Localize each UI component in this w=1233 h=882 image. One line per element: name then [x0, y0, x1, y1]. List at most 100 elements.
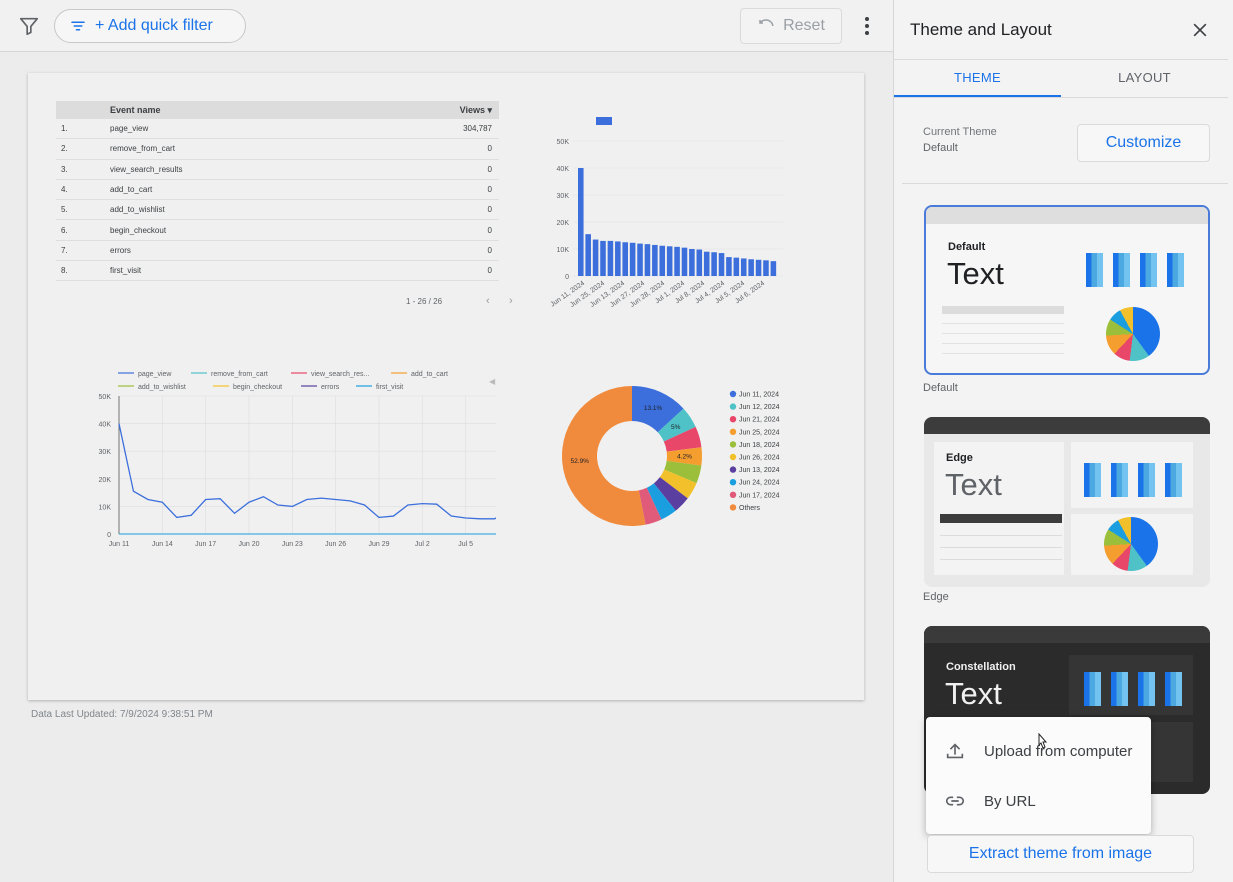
table-row[interactable]: 6. begin_checkout 0: [56, 220, 499, 241]
table-row[interactable]: 7. errors 0: [56, 241, 499, 262]
events-table: Event name Views ▾ 1. page_view 304,787 2. r…: [56, 101, 499, 291]
x-tick-label: Jun 17: [195, 541, 216, 548]
table-row[interactable]: 2. remove_from_cart 0: [56, 139, 499, 160]
legend-label: first_visit: [376, 384, 403, 391]
close-icon[interactable]: [1190, 20, 1210, 40]
current-theme-label: Current Theme: [923, 126, 997, 138]
row-event-name: first_visit: [110, 266, 142, 276]
reset-button[interactable]: Reset: [740, 8, 842, 44]
row-number: 3.: [61, 164, 68, 174]
menu-item-by-url[interactable]: By URL: [926, 778, 1151, 824]
table-row[interactable]: 8. first_visit 0: [56, 261, 499, 282]
legend-label: Jun 18, 2024: [739, 442, 780, 449]
row-number: 4.: [61, 185, 68, 195]
legend-label: errors: [321, 384, 340, 391]
more-vert-icon[interactable]: [856, 14, 878, 38]
theme-card-default[interactable]: Default Text: [924, 205, 1210, 375]
pager-range: 1 - 26 / 26: [406, 297, 443, 306]
bar: [637, 243, 643, 276]
customize-button[interactable]: Customize: [1077, 124, 1210, 162]
x-tick-label: Jul 2: [415, 541, 430, 548]
y-tick-label: 40K: [557, 166, 570, 173]
row-event-name: page_view: [110, 124, 149, 134]
bar: [652, 244, 658, 276]
row-views: 0: [487, 185, 492, 195]
slice-label: 52.9%: [571, 458, 590, 465]
legend-dot: [729, 466, 737, 473]
legend-label: add_to_cart: [411, 371, 448, 378]
card-bars: [1084, 461, 1184, 497]
legend-label: Jun 13, 2024: [739, 467, 780, 474]
row-number: 5.: [61, 205, 68, 215]
row-number: 8.: [61, 266, 68, 276]
legend-dot: [729, 504, 737, 511]
legend-label: Jun 17, 2024: [739, 492, 780, 499]
table-row[interactable]: 5. add_to_wishlist 0: [56, 200, 499, 221]
card-bars: [1084, 670, 1184, 706]
row-number: 6.: [61, 225, 68, 235]
y-tick-label: 30K: [99, 449, 112, 456]
legend-label: page_view: [138, 371, 172, 378]
row-number: 1.: [61, 124, 68, 134]
line-chart: page_view remove_from_cart view_search_res…: [99, 371, 496, 548]
legend-label: add_to_wishlist: [138, 384, 186, 391]
x-tick-label: Jul 5: [458, 541, 473, 548]
next-page-icon[interactable]: ›: [509, 295, 513, 307]
card-label: Default: [948, 241, 986, 253]
row-event-name: errors: [110, 245, 131, 255]
filter-icon[interactable]: [18, 15, 40, 37]
quick-filter-label: + Add quick filter: [95, 17, 213, 34]
card-text: Text: [945, 676, 1002, 711]
prev-page-icon[interactable]: ‹: [486, 295, 490, 307]
theme-card-edge[interactable]: Edge Text: [924, 417, 1210, 587]
bar: [748, 259, 754, 276]
y-tick-label: 50K: [99, 394, 112, 401]
upload-icon: [946, 743, 964, 759]
row-number: 2.: [61, 144, 68, 154]
card-label: Edge: [946, 452, 973, 464]
report-canvas: Event name Views ▾ 1. page_view 304,787 2. r…: [28, 73, 864, 700]
row-views: 0: [487, 266, 492, 276]
current-theme: Current Theme Default: [923, 124, 997, 156]
add-quick-filter-button[interactable]: + Add quick filter: [54, 9, 246, 43]
row-event-name: add_to_wishlist: [110, 205, 165, 215]
legend-label: view_search_res...: [311, 371, 369, 378]
y-tick-label: 10K: [557, 247, 570, 254]
row-event-name: begin_checkout: [110, 225, 167, 235]
card-text: Text: [947, 256, 1004, 291]
tab-layout[interactable]: LAYOUT: [1061, 60, 1228, 97]
bar: [629, 242, 636, 276]
bar: [622, 242, 628, 276]
card-label: Constellation: [946, 661, 1016, 673]
legend-label: Jun 11, 2024: [739, 392, 779, 399]
bar: [578, 168, 584, 276]
legend-dot: [729, 453, 737, 461]
row-views: 0: [487, 144, 492, 154]
bar: [644, 244, 651, 276]
extract-theme-button[interactable]: Extract theme from image: [927, 835, 1194, 873]
table-row[interactable]: 1. page_view 304,787: [56, 119, 499, 140]
slice-label: 13.1%: [644, 405, 663, 412]
table-row[interactable]: 3. view_search_results 0: [56, 160, 499, 180]
tab-theme[interactable]: THEME: [894, 60, 1061, 97]
filter-list-icon: [71, 21, 85, 31]
bar: [659, 245, 666, 276]
bar: [770, 261, 777, 276]
bar: [718, 253, 725, 276]
legend-label: Jun 12, 2024: [739, 404, 780, 411]
data-last-updated: Data Last Updated: 7/9/2024 9:38:51 PM: [31, 709, 213, 720]
legend-label: begin_checkout: [233, 384, 282, 391]
link-icon: [945, 796, 965, 806]
row-views: 304,787: [463, 124, 492, 134]
y-tick-label: 0: [565, 274, 569, 281]
table-row[interactable]: 4. add_to_cart 0: [56, 180, 499, 201]
bar: [615, 241, 621, 276]
divider: [902, 183, 1228, 184]
card-bars: [1086, 251, 1186, 287]
column-views[interactable]: Views ▾: [429, 105, 499, 116]
bar: [674, 246, 680, 276]
column-event-name[interactable]: Event name: [110, 105, 429, 115]
bar: [711, 252, 717, 276]
y-tick-label: 0: [107, 532, 111, 539]
legend-swatch: [596, 117, 612, 125]
